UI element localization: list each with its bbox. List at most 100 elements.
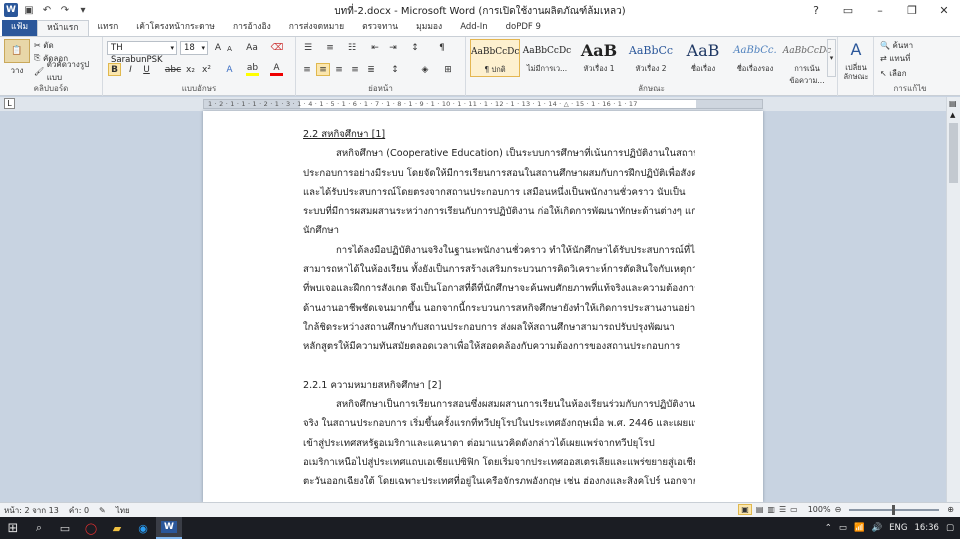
decrease-indent-icon[interactable]: ⇤ [368, 41, 382, 55]
align-center-icon[interactable]: ≡ [316, 63, 330, 76]
shading-icon[interactable]: ◈ [418, 63, 432, 76]
document-page[interactable]: 2.2 สหกิจศึกษา [1] สหกิจศึกษา (Cooperati… [203, 111, 763, 502]
underline-button[interactable]: U [140, 63, 153, 76]
print-layout-icon[interactable]: ▣ [738, 504, 752, 515]
horizontal-ruler[interactable]: L 1 · 2 · 1 · 1 · 1 · 2 · 1 · 3 · 1 · 4 … [0, 97, 960, 111]
style-title[interactable]: AaB ชื่อเรื่อง [678, 39, 728, 77]
redo-icon[interactable]: ↷ [58, 3, 72, 17]
multilevel-list-icon[interactable]: ☷ [344, 41, 360, 55]
proofing-icon[interactable]: ✎ [99, 506, 106, 515]
chevron-up-icon[interactable]: ⌃ [825, 523, 832, 533]
show-marks-icon[interactable]: ¶ [435, 41, 449, 55]
search-icon[interactable]: ⌕ [26, 517, 52, 539]
text-effects-icon[interactable]: A [223, 63, 236, 76]
help-button[interactable]: ? [800, 0, 832, 20]
tab-references[interactable]: การอ้างอิง [224, 20, 280, 36]
style-subtitle[interactable]: AaBbCc. ชื่อเรื่องรอง [730, 39, 780, 77]
opera-icon[interactable]: ◯ [78, 517, 104, 539]
battery-icon[interactable]: ▭ [839, 523, 847, 533]
style-normal[interactable]: AaBbCcDc ¶ ปกติ [470, 39, 520, 77]
justify-icon[interactable]: ≡ [348, 63, 362, 76]
thai-distributed-icon[interactable]: ≣ [364, 63, 378, 76]
bullets-icon[interactable]: ☰ [300, 41, 316, 55]
sort-icon[interactable]: ↕ [408, 41, 422, 55]
draft-icon[interactable]: ▭ [790, 505, 798, 514]
tab-view[interactable]: มุมมอง [407, 20, 451, 36]
paste-icon[interactable]: 📋 [4, 39, 30, 63]
network-icon[interactable]: 📶 [854, 523, 865, 533]
customize-qat-icon[interactable]: ▾ [76, 3, 90, 17]
web-layout-icon[interactable]: ▥ [767, 505, 775, 514]
minimize-button[interactable]: – [864, 0, 896, 20]
superscript-button[interactable]: x² [200, 63, 213, 76]
full-screen-reading-icon[interactable]: ▤ [756, 505, 764, 514]
shrink-font-icon[interactable]: A [224, 42, 235, 56]
scroll-up-icon[interactable]: ▲ [950, 111, 955, 119]
scroll-thumb[interactable] [949, 123, 958, 183]
tab-file[interactable]: แฟ้ม [2, 20, 38, 36]
tab-addins[interactable]: Add-In [451, 20, 496, 36]
select-button[interactable]: ↖ เลือก [880, 67, 907, 79]
notifications-icon[interactable]: ▢ [946, 523, 954, 533]
tab-selector-icon[interactable]: L [4, 98, 15, 109]
ruler-track[interactable]: 1 · 2 · 1 · 1 · 1 · 2 · 1 · 3 · 1 · 4 · … [203, 99, 763, 109]
tab-page-layout[interactable]: เค้าโครงหน้ากระดาษ [127, 20, 224, 36]
vertical-scrollbar[interactable]: ▤ ▲ [946, 97, 960, 502]
file-explorer-icon[interactable]: ▰ [104, 517, 130, 539]
clear-formatting-icon[interactable]: ⌫ [270, 41, 284, 55]
close-button[interactable]: ✕ [928, 0, 960, 20]
italic-button[interactable]: I [124, 63, 137, 76]
style-heading-1[interactable]: AaB หัวเรื่อง 1 [574, 39, 624, 77]
format-painter-button[interactable]: 🖌 ตัวคัดวางรูปแบบ [34, 60, 102, 82]
tab-dopdf[interactable]: doPDF 9 [497, 20, 550, 36]
undo-icon[interactable]: ↶ [40, 3, 54, 17]
style-emphasis[interactable]: AaBbCcDc การเน้นข้อความ... [782, 39, 832, 85]
word-taskbar-icon[interactable]: W [156, 517, 182, 539]
borders-icon[interactable]: ⊞ [441, 63, 455, 76]
align-left-icon[interactable]: ≡ [300, 63, 314, 76]
subscript-button[interactable]: x₂ [184, 63, 197, 76]
numbering-icon[interactable]: ≡ [322, 41, 338, 55]
task-view-icon[interactable]: ▭ [52, 517, 78, 539]
language-indicator[interactable]: ไทย [116, 504, 130, 517]
font-color-icon[interactable]: A [270, 63, 283, 76]
styles-more-icon[interactable]: ▾ [827, 39, 836, 77]
maximize-button[interactable]: ❐ [896, 0, 928, 20]
find-button[interactable]: 🔍 ค้นหา [880, 39, 913, 51]
tab-home[interactable]: หน้าแรก [37, 20, 89, 36]
zoom-out-icon[interactable]: ⊖ [835, 505, 842, 514]
change-styles-icon[interactable]: A [844, 39, 868, 59]
ribbon-display-button[interactable]: ▭ [832, 0, 864, 20]
tab-review[interactable]: ตรวจทาน [353, 20, 407, 36]
bold-button[interactable]: B [108, 63, 121, 76]
font-size-combo[interactable]: 18 ▾ [180, 41, 208, 55]
strikethrough-button[interactable]: abc [165, 63, 181, 76]
clock[interactable]: 16:36 [914, 523, 939, 533]
cut-button[interactable]: ✂ ตัด [34, 39, 54, 51]
replace-button[interactable]: ⇄ แทนที่ [880, 52, 910, 64]
style-heading-2[interactable]: AaBbCc หัวเรื่อง 2 [626, 39, 676, 77]
ruler-toggle-icon[interactable]: ▤ [949, 99, 957, 108]
volume-icon[interactable]: 🔊 [872, 523, 883, 533]
line-spacing-icon[interactable]: ↕ [388, 63, 402, 76]
grow-font-icon[interactable]: A [212, 41, 224, 55]
zoom-in-icon[interactable]: ⊕ [947, 505, 954, 514]
outline-icon[interactable]: ☰ [779, 505, 786, 514]
document-body[interactable]: 2.2 สหกิจศึกษา [1] สหกิจศึกษา (Cooperati… [303, 125, 695, 492]
style-no-spacing[interactable]: AaBbCcDc ไม่มีการเว... [522, 39, 572, 77]
input-language[interactable]: ENG [889, 523, 907, 533]
font-name-combo[interactable]: TH SarabunPSK ▾ [107, 41, 177, 65]
change-case-icon[interactable]: Aa [244, 41, 260, 55]
save-icon[interactable]: ▣ [22, 3, 36, 17]
increase-indent-icon[interactable]: ⇥ [386, 41, 400, 55]
change-styles-button[interactable]: เปลี่ยน ลักษณะ [838, 61, 874, 83]
align-right-icon[interactable]: ≡ [332, 63, 346, 76]
tab-mailings[interactable]: การส่งจดหมาย [280, 20, 353, 36]
windows-start-icon[interactable]: ⊞ [0, 517, 26, 539]
word-count[interactable]: คำ: 0 [69, 504, 89, 517]
tab-insert[interactable]: แทรก [89, 20, 128, 36]
page-count[interactable]: หน้า: 2 จาก 13 [4, 504, 59, 517]
word-logo-icon[interactable]: W [4, 3, 18, 17]
zoom-slider[interactable] [849, 504, 940, 515]
paste-button[interactable]: วาง [2, 65, 32, 75]
